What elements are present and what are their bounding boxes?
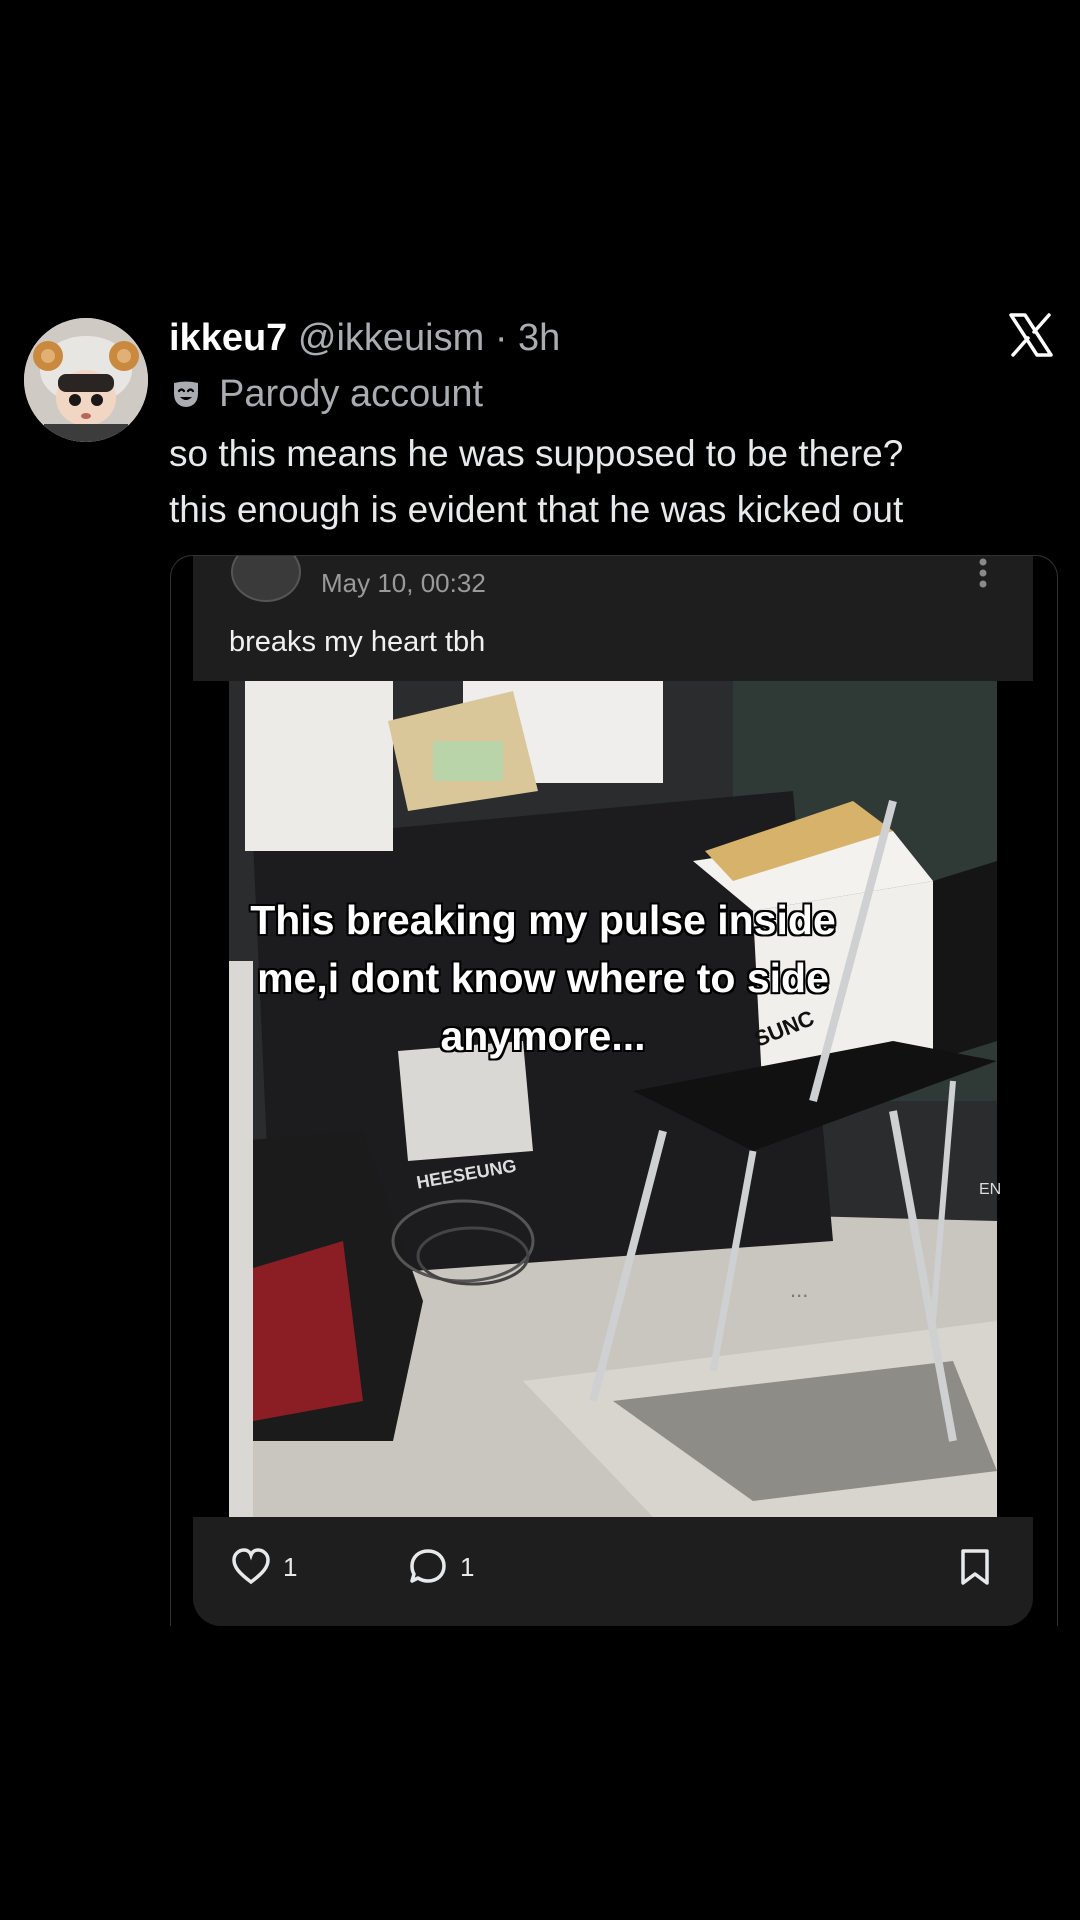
vertical-dots-icon xyxy=(979,558,987,588)
tweet-text-line: so this means he was supposed to be ther… xyxy=(169,433,904,474)
separator-dot: · xyxy=(484,317,519,359)
quoted-text: breaks my heart tbh xyxy=(229,626,486,658)
media-attachment[interactable]: May 10, 00:32 breaks my heart tbh HEESEU… xyxy=(170,555,1058,1626)
tweet-text: so this means he was supposed to be ther… xyxy=(169,426,1049,538)
display-name[interactable]: ikkeu7 xyxy=(169,317,287,359)
quoted-action-bar: 1 1 xyxy=(193,1517,1033,1626)
bookmark-action xyxy=(955,1547,1007,1587)
like-count: 1 xyxy=(283,1551,298,1582)
post-time[interactable]: 3h xyxy=(518,317,560,359)
meme-caption: This breaking my pulse inside me,i dont … xyxy=(193,891,893,1065)
heart-icon xyxy=(232,1548,270,1585)
quoted-photo: HEESEUNG SUNC EN This breaking my pulse … xyxy=(193,681,1033,1517)
caption-line: This breaking my pulse inside xyxy=(250,897,836,943)
comment-icon xyxy=(410,1549,446,1583)
avatar[interactable] xyxy=(24,318,148,442)
photo-side-text: EN xyxy=(979,1181,1002,1198)
user-handle[interactable]: @ikkeuism xyxy=(298,317,484,359)
tweet-text-line: this enough is evident that he was kicke… xyxy=(169,489,904,530)
bear-hat-avatar-icon xyxy=(24,318,148,442)
caption-line: me,i dont know where to side xyxy=(257,955,829,1001)
quoted-date: May 10, 00:32 xyxy=(321,568,486,598)
photo-scene xyxy=(229,681,997,1517)
like-action: 1 xyxy=(231,1547,297,1587)
caption-line: anymore... xyxy=(440,1013,646,1059)
bookmark-icon xyxy=(961,1549,989,1585)
parody-account-label: Parody account xyxy=(171,368,483,420)
tweet-header: ikkeu7 @ikkeuism · 3h xyxy=(169,312,560,364)
reply-action: 1 xyxy=(408,1547,474,1587)
reply-count: 1 xyxy=(460,1551,475,1582)
theater-mask-icon xyxy=(174,381,198,407)
quoted-post-card: May 10, 00:32 breaks my heart tbh HEESEU… xyxy=(193,556,1033,1626)
parody-label-text: Parody account xyxy=(219,373,484,415)
side-more-dots: ... xyxy=(790,1277,809,1302)
x-logo-icon[interactable] xyxy=(1008,312,1054,358)
quoted-avatar xyxy=(231,556,301,602)
